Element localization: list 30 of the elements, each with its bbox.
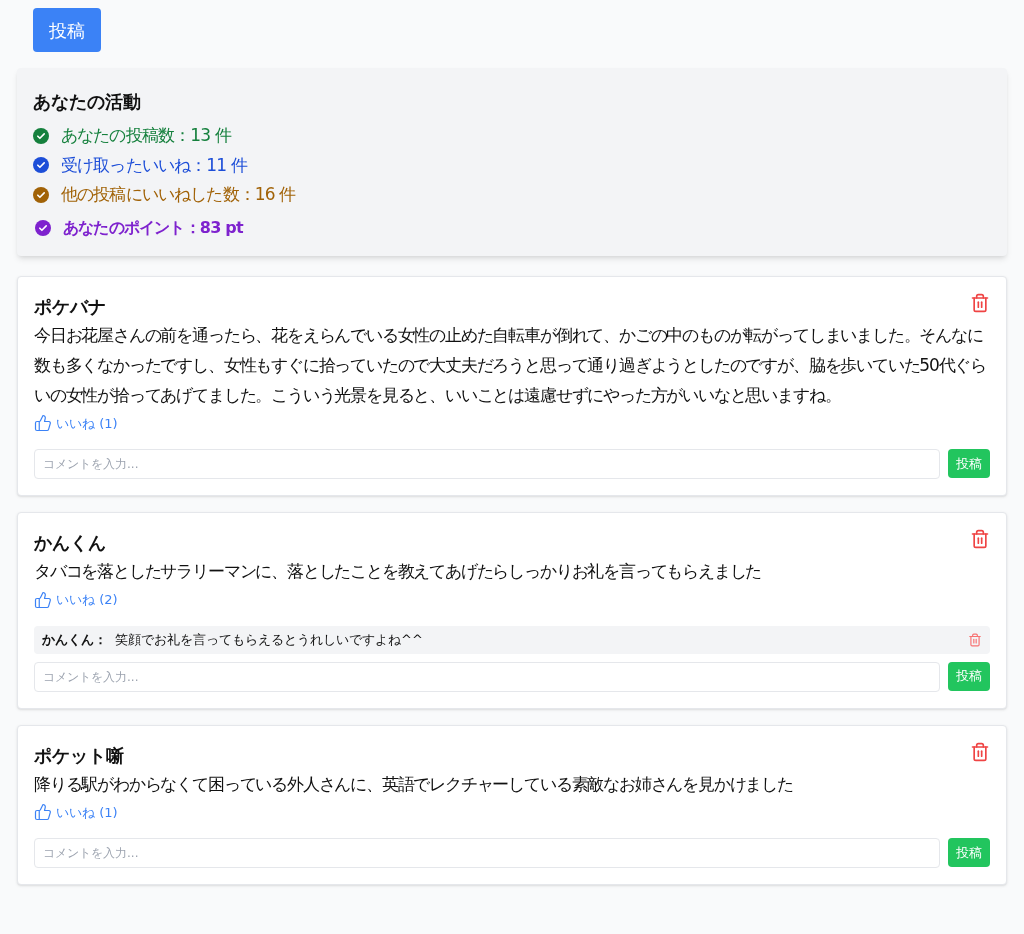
like-button[interactable]: いいね (1) [34, 413, 118, 433]
activity-title: あなたの活動 [33, 90, 142, 114]
activity-stat: あなたのポイント：83 pt [63, 216, 243, 239]
comment-text: 笑顔でお礼を言ってもらえるとうれしいですよね^^ [115, 630, 423, 649]
activity-stat: あなたの投稿数：13 件 [61, 124, 231, 147]
delete-icon[interactable] [968, 632, 982, 647]
like-button[interactable]: いいね (1) [34, 802, 118, 822]
thumbs-up-icon [34, 803, 52, 822]
post-author: かんくん [34, 531, 106, 555]
post-author: ポケット噺 [34, 743, 124, 768]
comment-submit-button[interactable]: 投稿 [948, 661, 990, 691]
post-body: 降りる駅がわからなくて困っている外人さんに、英語でレクチャーしている素敵なお姉さんを見かけました [34, 772, 794, 796]
delete-icon[interactable] [970, 529, 990, 549]
delete-icon[interactable] [970, 292, 990, 313]
comment-submit-button[interactable]: 投稿 [948, 449, 990, 478]
thumbs-up-icon [34, 590, 52, 609]
comment-input[interactable]: コメントを入力... [34, 449, 940, 479]
activity-stat: 受け取ったいいね：11 件 [61, 153, 247, 177]
comment-submit-button[interactable]: 投稿 [948, 838, 990, 867]
delete-icon[interactable] [970, 741, 990, 762]
post-author: ポケバナ [34, 294, 106, 319]
comment-author: かんくん： [42, 630, 107, 649]
comment-input[interactable]: コメントを入力... [34, 661, 940, 692]
like-button[interactable]: いいね (2) [34, 590, 118, 610]
activity-stat: 他の投稿にいいねした数：16 件 [61, 183, 296, 206]
post-button[interactable]: 投稿 [33, 8, 101, 52]
comment-input[interactable]: コメントを入力... [34, 838, 940, 868]
thumbs-up-icon [34, 414, 52, 433]
post-body: タバコを落としたサラリーマンに、落としたことを教えてあげたらしっかりお礼を言ってもらえました [34, 560, 763, 583]
post-body: 今日お花屋さんの前を通ったら、花をえらんでいる女性の止めた自転車が倒れて、かごの中のものが転がってしまいました。そんなに数も多くなかったですし、女性もすぐに拾っていたので大丈夫だろうと思って通り過ぎようとしたのですが、脇を歩いていた50代ぐらいの女性が拾ってあげてました。こういう光景を見ると、いいことは遠慮せずにやった方がいいなと思いますね。 [34, 323, 988, 407]
